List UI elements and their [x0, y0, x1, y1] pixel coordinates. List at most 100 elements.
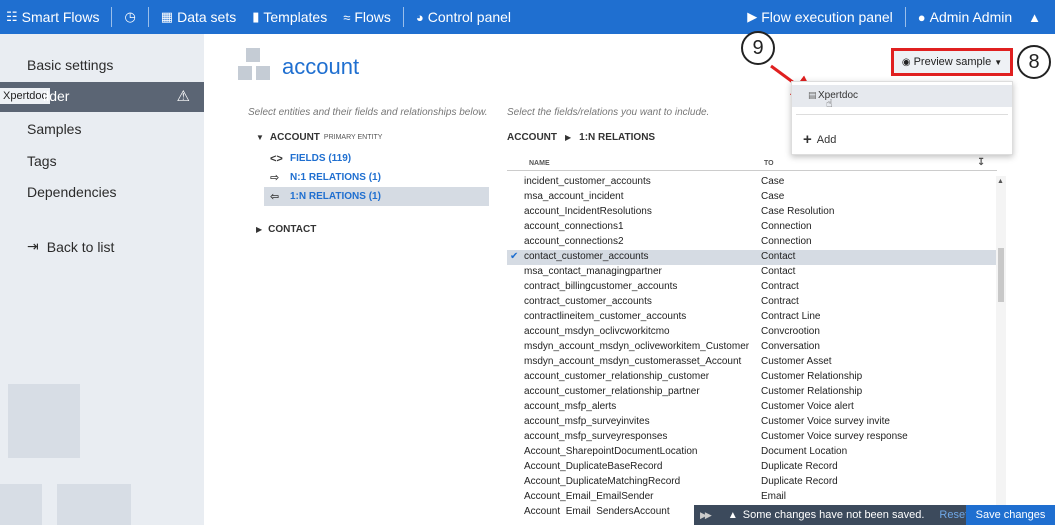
- nav-control-panel[interactable]: ◕ Control panel: [408, 0, 519, 34]
- decorative-block: [57, 484, 131, 525]
- sidebar-item-builder[interactable]: Xpertdoc ilder ⚠: [0, 82, 204, 112]
- row-to: Email: [761, 491, 787, 502]
- menu-item-add[interactable]: + Add: [803, 131, 836, 148]
- warning-icon: ⚠: [176, 88, 190, 105]
- table-row[interactable]: account_msdyn_oclivcworkitcmo Convcrootio…: [507, 325, 997, 340]
- table-row[interactable]: msa_account_incident Case: [507, 190, 997, 205]
- back-to-list-link[interactable]: ⇥ Back to list: [27, 238, 114, 255]
- nav-templates[interactable]: ▮ Templates: [244, 0, 335, 34]
- decorative-block: [0, 484, 42, 525]
- row-name: contractlineitem_customer_accounts: [524, 311, 687, 322]
- brand-link[interactable]: ☷ Smart Flows: [0, 0, 107, 34]
- menu-divider: [796, 114, 1008, 115]
- page-title: account: [282, 54, 360, 79]
- sidebar-item-samples[interactable]: Samples: [27, 121, 81, 137]
- nav-flows[interactable]: ≈ Flows: [335, 0, 399, 34]
- scroll-up-icon[interactable]: ▲: [997, 178, 1004, 185]
- row-to: Customer Relationship: [761, 386, 863, 397]
- table-row[interactable]: msdyn_account_msdyn_customerasset_Accoun…: [507, 355, 997, 370]
- sidebar-item-basic-settings[interactable]: Basic settings: [27, 57, 113, 73]
- row-to: Document Location: [761, 446, 848, 457]
- row-to: Case: [761, 191, 785, 202]
- table-row[interactable]: msa_contact_managingpartner Contact: [507, 265, 997, 280]
- breadcrumb-relations: 1:N RELATIONS: [579, 132, 656, 143]
- scrollbar[interactable]: ▲: [996, 176, 1006, 506]
- table-row[interactable]: contract_customer_accounts Contract: [507, 295, 997, 310]
- table-row[interactable]: Account_DuplicateBaseRecord Duplicate Rec…: [507, 460, 997, 475]
- back-to-list-label: Back to list: [46, 238, 115, 255]
- table-row[interactable]: account_IncidentResolutions Case Resoluti…: [507, 205, 997, 220]
- menu-item-xpertdoc[interactable]: ▤ Xpertdoc ☝: [792, 85, 1012, 110]
- table-row[interactable]: account_msfp_alerts Customer Voice alert: [507, 400, 997, 415]
- breadcrumb: ACCOUNT ▶ 1:N RELATIONS: [507, 132, 655, 143]
- collapse-icon[interactable]: ▶▶: [700, 510, 712, 521]
- nav-divider: [904, 7, 906, 27]
- row-name: msa_account_incident: [524, 191, 624, 202]
- back-arrow-icon: ⇥: [27, 238, 39, 254]
- table-row[interactable]: Account_DuplicateMatchingRecord Duplicate…: [507, 475, 997, 490]
- announcements-button[interactable]: ▲: [1020, 0, 1055, 34]
- row-name: incident_customer_accounts: [524, 176, 651, 187]
- entity-icon: [238, 48, 270, 82]
- table-row[interactable]: Account_Email_EmailSender Email: [507, 490, 997, 505]
- preview-sample-label: Preview sample: [913, 56, 992, 68]
- row-to: Customer Voice survey response: [761, 431, 908, 442]
- tree-node-contact-label: CONTACT: [268, 224, 317, 235]
- tree-node-contact[interactable]: ▶ CONTACT: [256, 224, 316, 235]
- tree-item-1n-relations[interactable]: ⇦ 1:N RELATIONS (1): [270, 187, 381, 206]
- user-menu[interactable]: ● Admin Admin: [910, 0, 1020, 34]
- table-row[interactable]: contractlineitem_customer_accounts Contra…: [507, 310, 997, 325]
- column-to[interactable]: TO: [764, 160, 774, 167]
- relation-left-icon: ⇦: [270, 191, 280, 203]
- sidebar-item-dependencies[interactable]: Dependencies: [27, 184, 117, 200]
- row-to: Customer Voice alert: [761, 401, 854, 412]
- reset-button[interactable]: Reset: [939, 509, 968, 521]
- preview-sample-button[interactable]: ◉ Preview sample ▼: [891, 48, 1013, 76]
- breadcrumb-account: ACCOUNT: [507, 132, 557, 143]
- nav-templates-label: Templates: [263, 9, 328, 25]
- table-row[interactable]: account_msfp_surveyresponses Customer Voi…: [507, 430, 997, 445]
- nav-flow-execution-panel[interactable]: ▶ Flow execution panel: [739, 0, 901, 34]
- row-name: Account_SharepointDocumentLocation: [524, 446, 698, 457]
- decorative-block: [8, 384, 80, 458]
- table-row[interactable]: account_customer_relationship_customer Cu…: [507, 370, 997, 385]
- check-icon: ✔: [510, 251, 519, 262]
- column-name[interactable]: NAME: [529, 160, 550, 167]
- sidebar-item-builder-label: ilder: [43, 88, 70, 104]
- tree-node-account-label: ACCOUNT: [269, 132, 320, 143]
- tree-item-n1-relations[interactable]: ⇨ N:1 RELATIONS (1): [270, 168, 381, 187]
- row-to: Conversation: [761, 341, 820, 352]
- menu-item-add-label: Add: [816, 133, 837, 146]
- table-row[interactable]: account_customer_relationship_partner Cus…: [507, 385, 997, 400]
- row-name: Account_Email_SendersAccount: [524, 506, 670, 515]
- row-to: Contract Line: [761, 311, 821, 322]
- tree-item-fields[interactable]: <> FIELDS (119): [270, 149, 351, 168]
- table-header: NAME TO ↧: [507, 157, 997, 171]
- table-row[interactable]: contract_billingcustomer_accounts Contrac…: [507, 280, 997, 295]
- tree-node-account[interactable]: ▼ ACCOUNT PRIMARY ENTITY: [256, 132, 382, 143]
- table-row[interactable]: incident_customer_accounts Case: [507, 175, 997, 190]
- table-row[interactable]: account_msfp_surveyinvites Customer Voice…: [507, 415, 997, 430]
- table-row[interactable]: account_connections1 Connection: [507, 220, 997, 235]
- history-button[interactable]: ◷: [116, 0, 143, 34]
- sidebar-item-tags[interactable]: Tags: [27, 153, 57, 169]
- table-row[interactable]: account_connections2 Connection: [507, 235, 997, 250]
- brand-label: Smart Flows: [21, 9, 100, 25]
- document-icon: ▮: [252, 9, 260, 24]
- nav-data-sets[interactable]: ▦ Data sets: [153, 0, 244, 34]
- nav-divider: [402, 7, 404, 27]
- table-row[interactable]: msdyn_account_msdyn_ocliveworkitem_Custo…: [507, 340, 997, 355]
- table-row[interactable]: ✔ contact_customer_accounts Contact: [507, 250, 997, 265]
- entity-hint: Select entities and their fields and rel…: [248, 107, 488, 118]
- sort-down-icon[interactable]: ↧: [977, 157, 985, 168]
- table-row[interactable]: Account_SharepointDocumentLocation Docume…: [507, 445, 997, 460]
- user-icon: ●: [917, 9, 926, 25]
- row-name: msdyn_account_msdyn_customerasset_Accoun…: [524, 356, 742, 367]
- fields-hint: Select the fields/relations you want to …: [507, 107, 710, 118]
- row-to: Duplicate Record: [761, 461, 838, 472]
- chevron-right-icon: ▶: [565, 133, 572, 142]
- row-to: Customer Asset: [761, 356, 832, 367]
- scroll-thumb[interactable]: [998, 248, 1004, 302]
- row-name: Account_DuplicateBaseRecord: [524, 461, 663, 472]
- save-changes-button[interactable]: Save changes: [966, 505, 1055, 525]
